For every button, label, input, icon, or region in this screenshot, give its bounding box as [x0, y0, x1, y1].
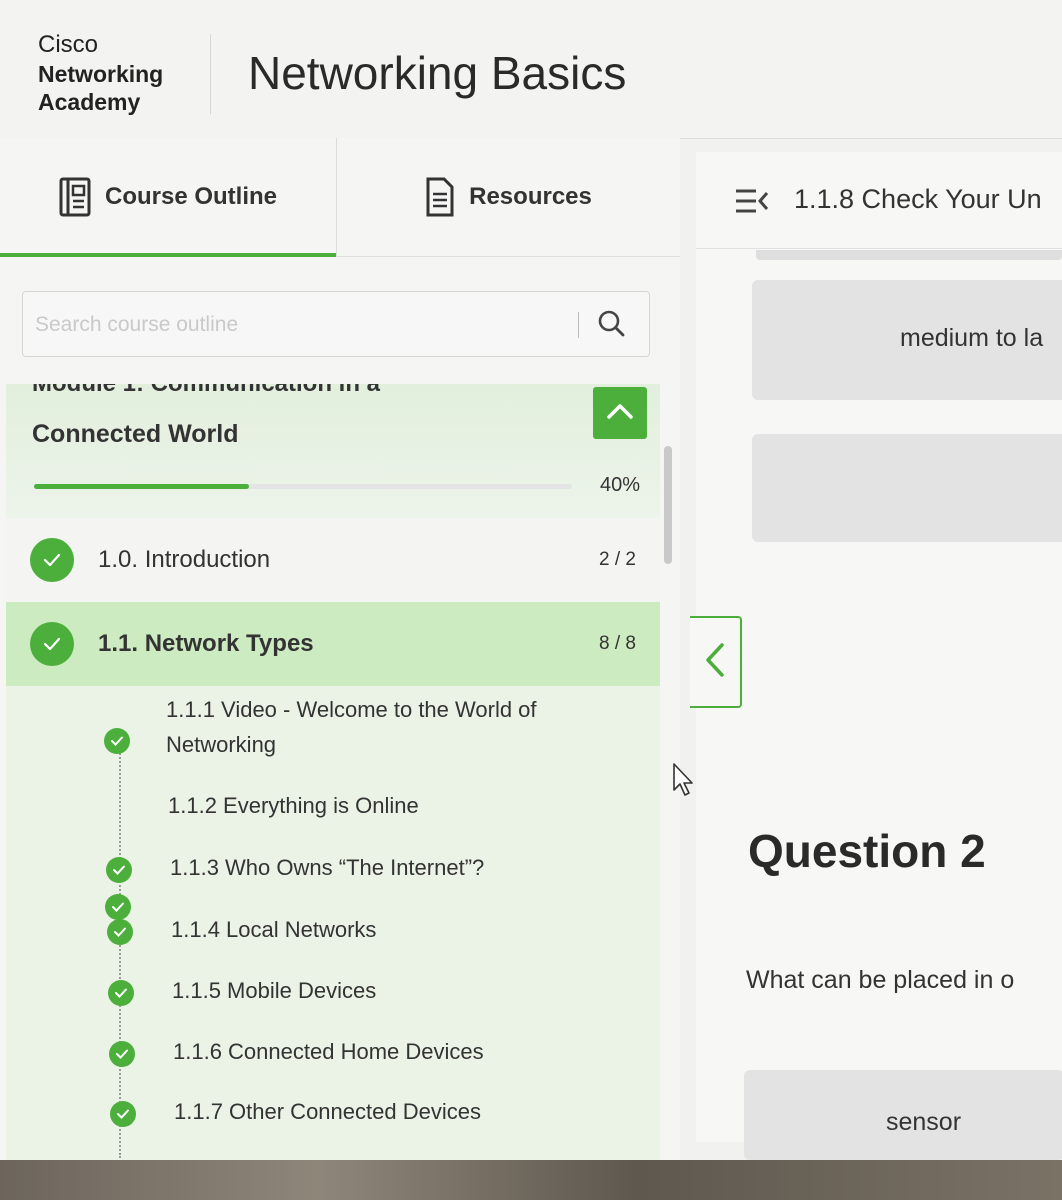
check-circle-icon	[104, 728, 130, 754]
answer-option-text: medium to la	[900, 324, 1044, 352]
topic-label: 1.1.2 Everything is Online	[168, 793, 419, 818]
outline-scrollbar[interactable]	[664, 446, 672, 564]
outline-book-icon	[59, 177, 91, 217]
topic-label: 1.1.5 Mobile Devices	[172, 978, 377, 1003]
search-separator	[578, 312, 579, 338]
question-text: What can be placed in o	[746, 966, 1015, 994]
check-circle-icon	[105, 894, 131, 920]
tab-resources[interactable]: Resources	[337, 138, 680, 256]
question-title: Question 2	[748, 825, 986, 877]
module-title: Connected World	[32, 420, 239, 448]
check-circle-icon	[30, 538, 74, 582]
menu-collapse-icon	[734, 189, 770, 218]
section-label: 1.1. Network Types	[98, 630, 314, 657]
module-title-partial: Module 1: Communication in a	[32, 384, 380, 398]
document-icon	[425, 177, 455, 217]
section-label: 1.0. Introduction	[98, 546, 271, 573]
topic-label: 1.1.1 Video - Welcome to the World of	[166, 697, 537, 722]
topic-label: 1.1.6 Connected Home Devices	[173, 1039, 484, 1064]
collapse-outline-button[interactable]	[734, 188, 770, 214]
answer-option[interactable]: sensor	[744, 1070, 1062, 1160]
topic-label: 1.1.3 Who Owns “The Internet”?	[170, 855, 485, 880]
topic-timeline	[119, 738, 121, 1158]
topic-label-continued: Networking	[166, 732, 277, 757]
chevron-up-icon	[606, 402, 634, 425]
search-button[interactable]	[591, 306, 631, 344]
section-network-types[interactable]: 1.1. Network Types 8 / 8	[6, 602, 660, 686]
course-title: Networking Basics	[248, 47, 627, 99]
module-progress-label: 40%	[599, 474, 640, 496]
tab-course-outline-label: Course Outline	[104, 183, 278, 210]
answer-option[interactable]	[752, 434, 1062, 542]
logo-line-academy: Academy	[38, 89, 141, 115]
answer-option[interactable]: medium to la	[752, 280, 1062, 400]
module-progress-fill	[34, 484, 250, 489]
tab-resources-label: Resources	[469, 183, 592, 210]
chevron-left-icon	[704, 642, 726, 683]
section-introduction[interactable]: 1.0. Introduction 2 / 2	[6, 518, 660, 603]
topic-list: 1.1.1 Video - Welcome to the World of Ne…	[6, 686, 660, 1160]
check-circle-icon	[109, 1041, 135, 1067]
course-outline-list: Module 1: Communication in a Connected W…	[6, 384, 660, 1160]
logo-line-cisco: Cisco	[38, 31, 99, 58]
collapse-module-button[interactable]	[593, 387, 647, 439]
module-progress-bar	[34, 484, 572, 489]
content-panel: 1.1.8 Check Your Un medium to la Questio…	[696, 152, 1062, 1160]
mouse-cursor-icon	[672, 762, 696, 803]
search-icon	[597, 309, 625, 342]
section-count: 2 / 2	[599, 549, 636, 570]
screen: Cisco Networking Academy Networking Basi…	[0, 0, 1062, 1160]
cisco-logo[interactable]: Cisco Networking Academy	[38, 30, 208, 116]
section-count: 8 / 8	[599, 633, 636, 654]
check-circle-icon	[30, 622, 74, 666]
search-box	[22, 291, 650, 357]
check-circle-icon	[106, 857, 132, 883]
photo-edge	[0, 1160, 1062, 1200]
header-divider	[210, 34, 211, 114]
check-circle-icon	[108, 980, 134, 1006]
answer-card-edge	[756, 250, 1062, 260]
tab-course-outline[interactable]: Course Outline	[0, 138, 337, 257]
topic-title: 1.1.8 Check Your Un	[794, 184, 1042, 214]
logo-line-networking: Networking	[38, 61, 164, 87]
panel-tabs: Course Outline Resources	[0, 138, 680, 257]
app-header: Cisco Networking Academy Networking Basi…	[0, 0, 1062, 139]
topic-label: 1.1.4 Local Networks	[171, 917, 377, 942]
module-header: Module 1: Communication in a Connected W…	[6, 384, 660, 519]
previous-page-button[interactable]	[690, 616, 742, 708]
answer-option-text: sensor	[886, 1108, 962, 1136]
topic-label: 1.1.7 Other Connected Devices	[174, 1099, 481, 1124]
search-input[interactable]	[33, 304, 577, 346]
check-circle-icon	[107, 919, 133, 945]
content-header: 1.1.8 Check Your Un	[696, 152, 1062, 249]
outline-panel: Course Outline Resources Module 1: Commu…	[0, 138, 680, 1160]
check-circle-icon	[110, 1101, 136, 1127]
